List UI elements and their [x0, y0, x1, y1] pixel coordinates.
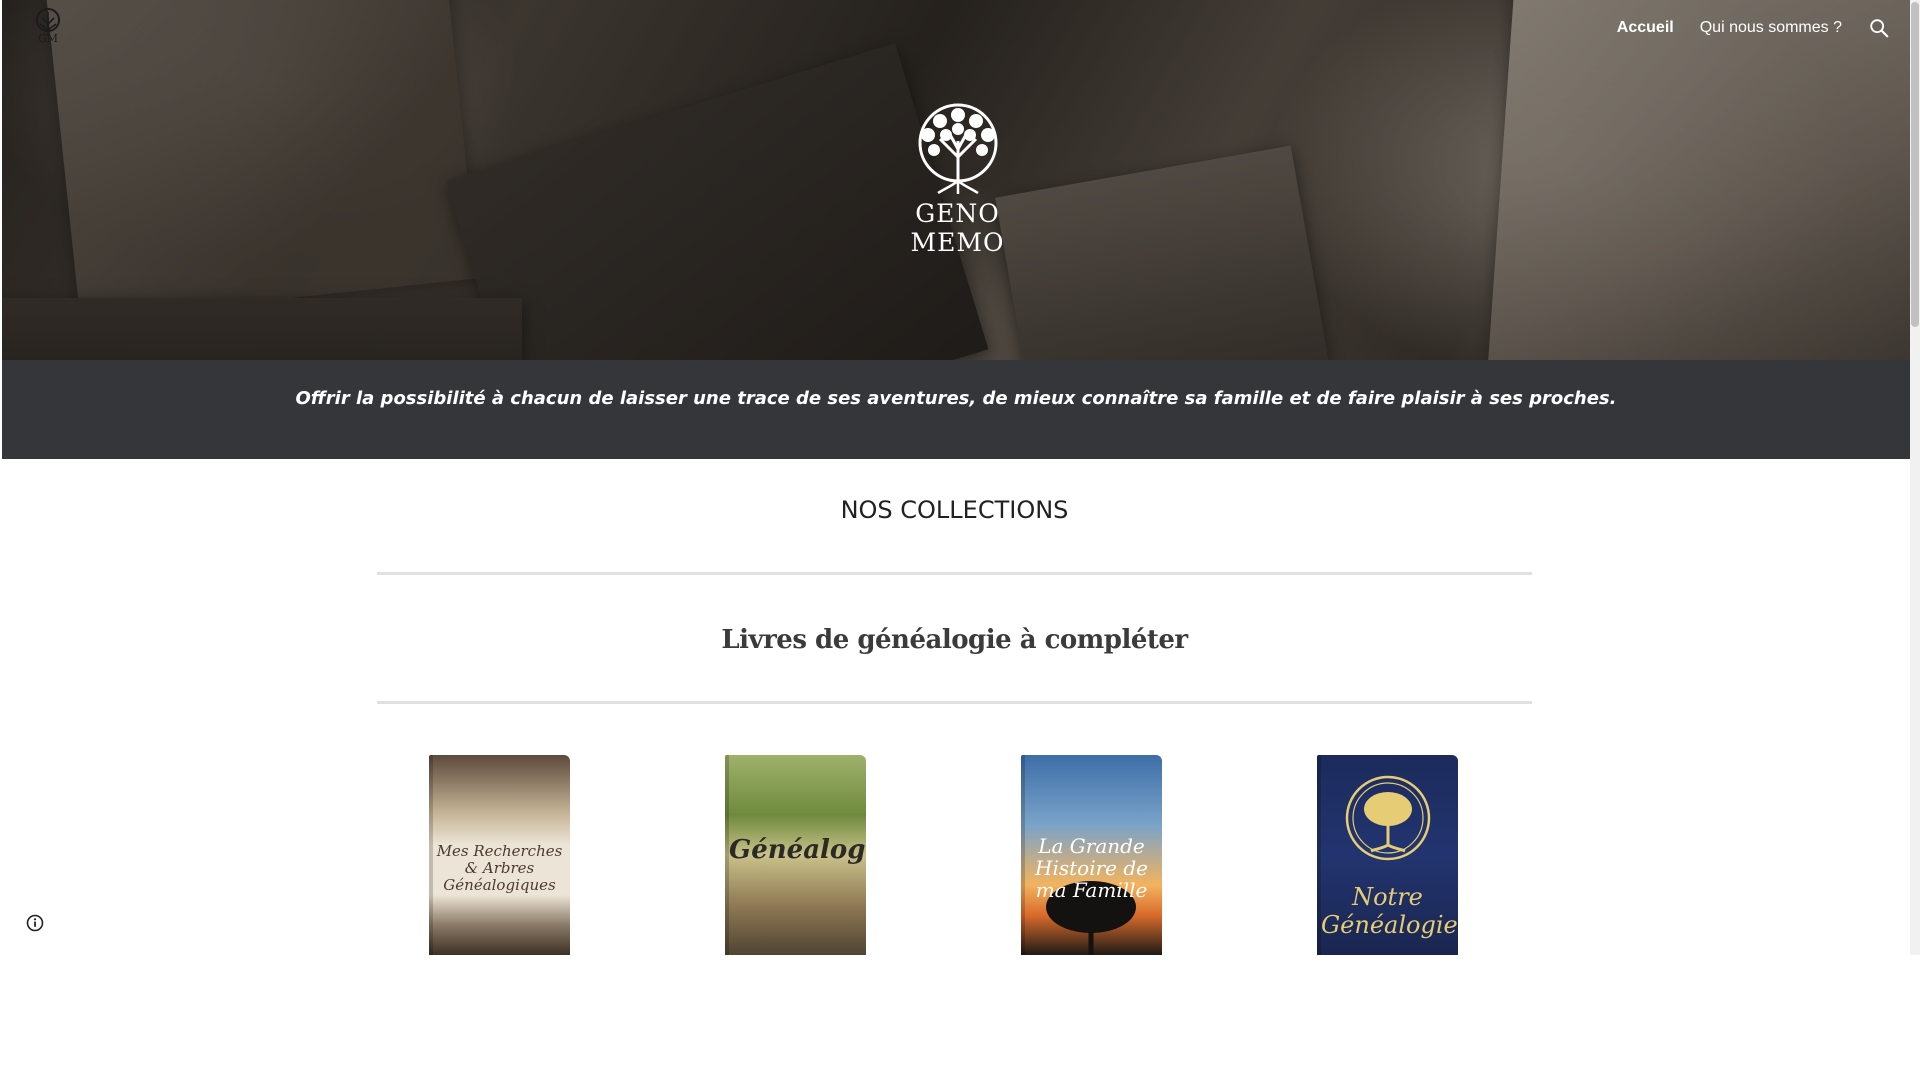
book-cover-genealogie[interactable]: Généalogie [725, 755, 866, 955]
book-cover-grande-histoire[interactable]: La Grande Histoire de ma Famille [1021, 755, 1162, 955]
book-cover-image: Notre Généalogie [1317, 755, 1458, 955]
divider [377, 701, 1532, 704]
nav-item-qui-nous-sommes[interactable]: Qui nous sommes ? [1700, 19, 1842, 37]
book-gallery: Mes Recherches & Arbres Généalogiques Gé… [377, 755, 1532, 955]
page-viewport: GM Accueil Qui nous sommes ? GENO MEMO O… [0, 0, 1910, 955]
book-cover-title: Notre Généalogie [1321, 883, 1458, 939]
scrollbar[interactable] [1910, 0, 1920, 955]
tagline-text: Offrir la possibilité à chacun de laisse… [295, 388, 1617, 409]
gm-tree-logo-icon[interactable]: GM [28, 6, 68, 46]
book-cover-image: Généalogie [725, 755, 866, 955]
golden-tree-emblem-icon [1345, 775, 1431, 861]
tagline-band: Offrir la possibilité à chacun de laisse… [2, 360, 1910, 459]
main-nav: Accueil Qui nous sommes ? [1591, 18, 1910, 38]
book-cover-title: Mes Recherches & Arbres Généalogiques [436, 842, 563, 894]
nav-item-accueil[interactable]: Accueil [1617, 19, 1674, 37]
book-cover-recherches-arbres[interactable]: Mes Recherches & Arbres Généalogiques [429, 755, 570, 955]
brand-logo: GENO MEMO [870, 95, 1045, 265]
info-icon[interactable] [26, 914, 44, 932]
section-title: NOS COLLECTIONS [840, 496, 1069, 524]
tree-of-life-icon [870, 95, 1045, 195]
book-cover-image: La Grande Histoire de ma Famille [1021, 755, 1162, 955]
subsection-title: Livres de généalogie à compléter [721, 625, 1188, 655]
divider [377, 572, 1532, 575]
search-icon[interactable] [1868, 17, 1890, 39]
book-cover-title: La Grande Histoire de ma Famille [1035, 834, 1148, 902]
brand-name: GENO MEMO [910, 199, 1005, 257]
scrollbar-thumb[interactable] [1911, 2, 1919, 327]
book-cover-title: Généalogie [729, 835, 866, 865]
hero-header: GM Accueil Qui nous sommes ? GENO MEMO [2, 0, 1910, 360]
svg-text:GM: GM [38, 32, 58, 45]
book-cover-image: Mes Recherches & Arbres Généalogiques [429, 755, 570, 955]
book-cover-notre-genealogie[interactable]: Notre Généalogie [1317, 755, 1458, 955]
